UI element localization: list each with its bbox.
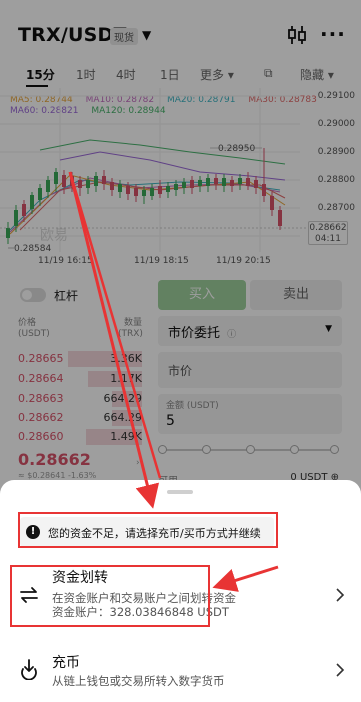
transfer-title: 资金划转 — [52, 570, 108, 586]
funding-balance: 资金账户：328.03846848 USDT — [52, 605, 229, 619]
deposit-icon — [21, 659, 37, 680]
transfer-icon — [20, 587, 38, 603]
chevron-right-icon — [336, 588, 345, 602]
transfer-desc: 在资金账户和交易账户之间划转资金 — [52, 591, 236, 605]
deposit-title: 充币 — [52, 655, 80, 671]
transfer-option[interactable]: 资金划转 在资金账户和交易账户之间划转资金 资金账户：328.03846848 … — [0, 564, 361, 624]
deposit-desc: 从链上钱包或交易所转入数字货币 — [52, 674, 225, 688]
sheet-grabber[interactable] — [167, 490, 193, 494]
insufficient-funds-sheet: ! 您的资金不足，请选择充币/买币方式并继续 资金划转 在资金账户和交易账户之间… — [0, 480, 361, 702]
warning-text: 您的资金不足，请选择充币/买币方式并继续 — [48, 527, 261, 540]
info-icon: ! — [26, 525, 40, 539]
insufficient-funds-notice: ! 您的资金不足，请选择充币/买币方式并继续 — [20, 517, 274, 547]
chevron-right-icon — [336, 663, 345, 677]
deposit-option[interactable]: 充币 从链上钱包或交易所转入数字货币 — [0, 648, 361, 698]
